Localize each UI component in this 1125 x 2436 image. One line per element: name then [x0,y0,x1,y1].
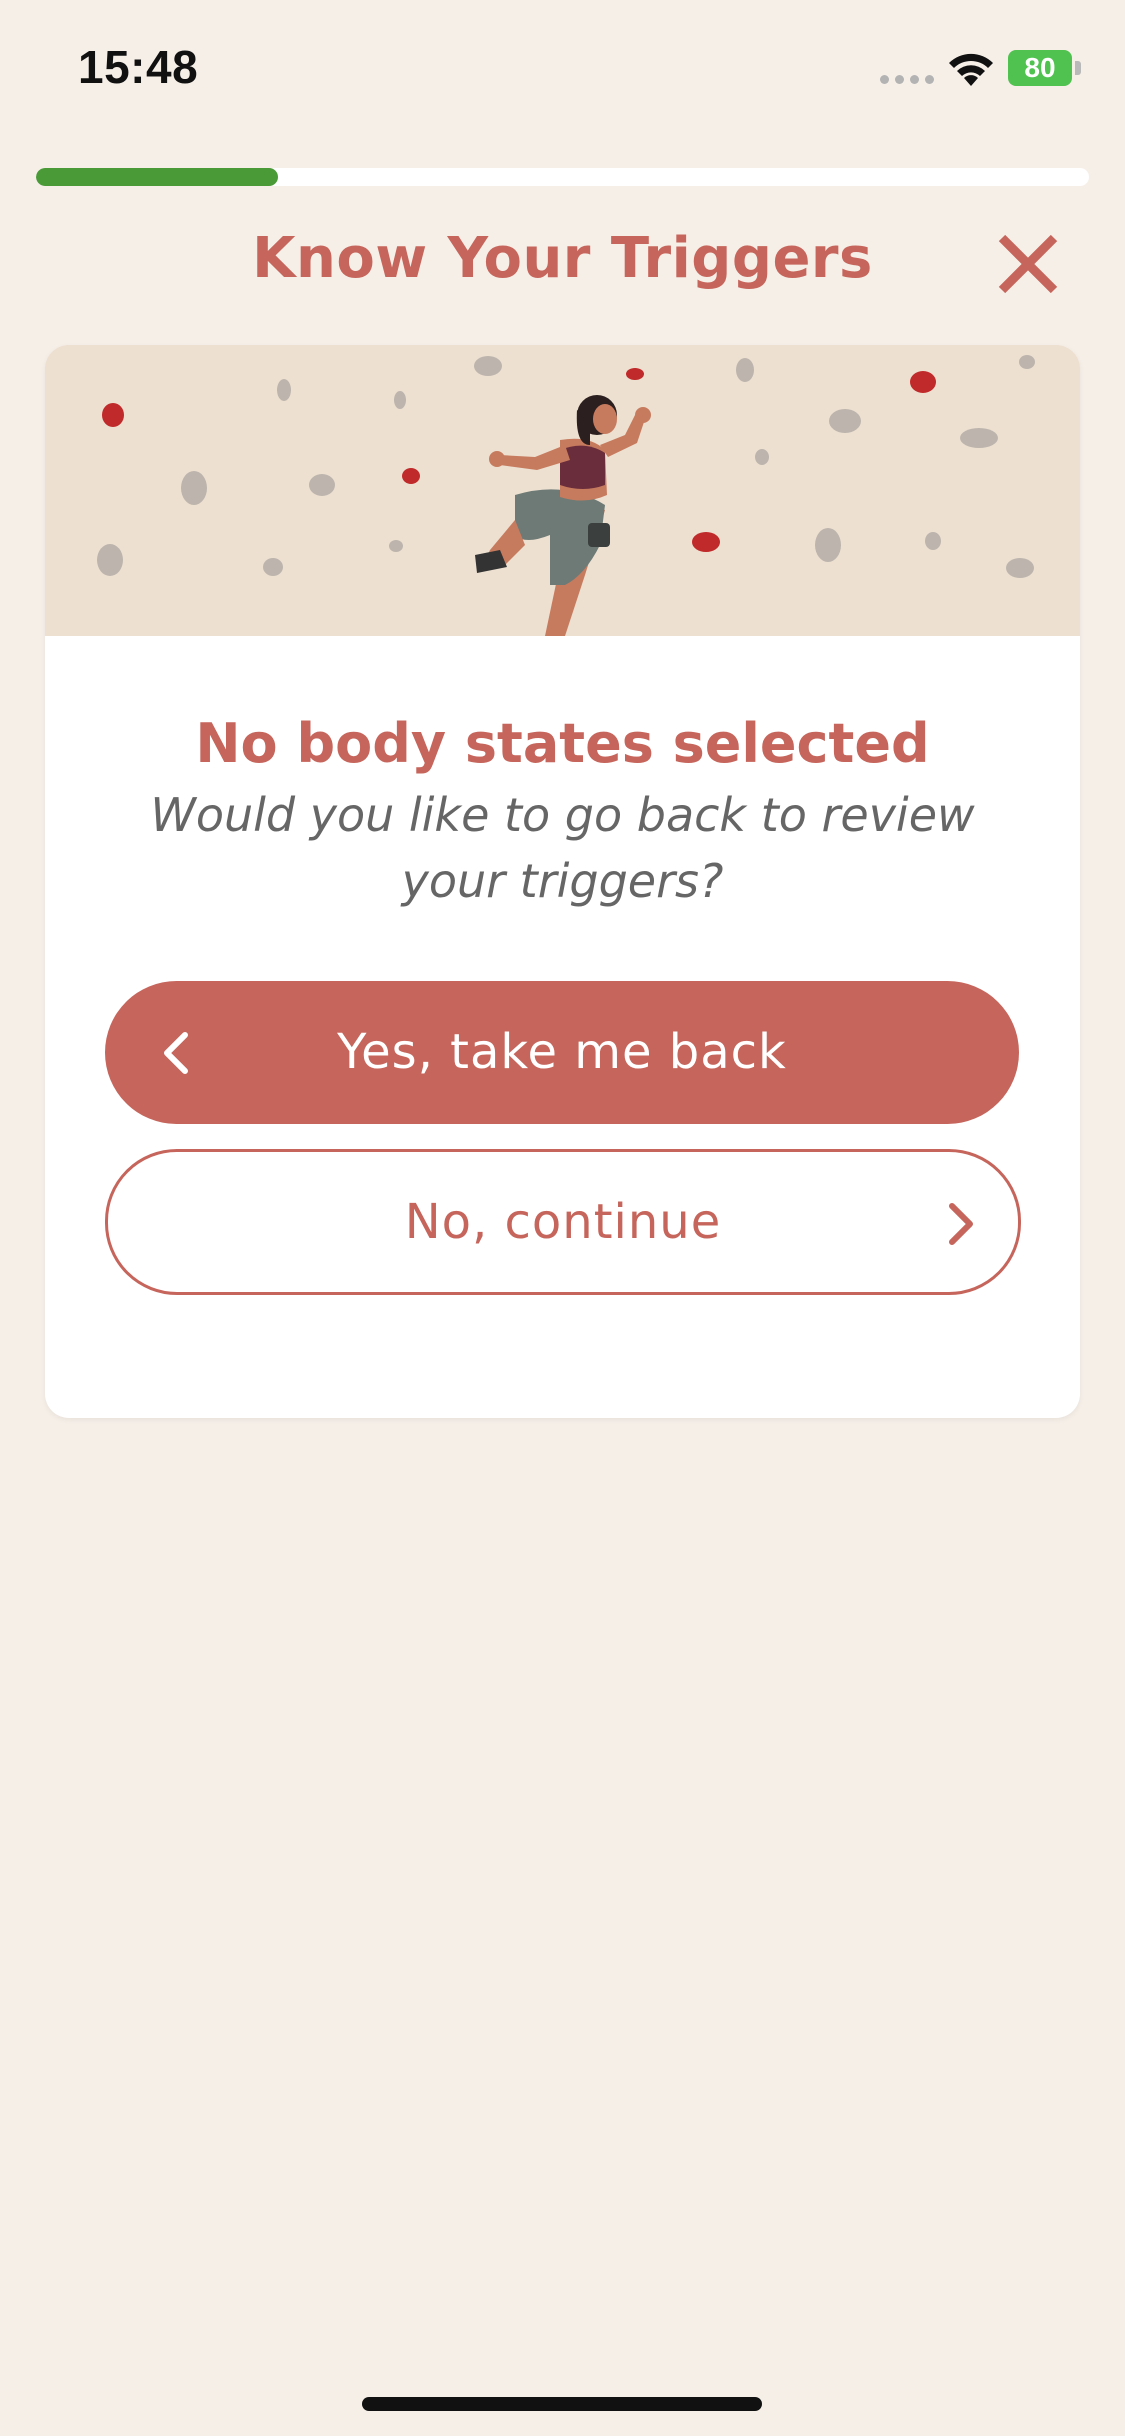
dialog-title: No body states selected [195,712,930,775]
battery-icon: 80 [1008,50,1081,86]
climber-illustration [45,345,1080,636]
status-time: 15:48 [78,41,199,93]
continue-label: No, continue [404,1194,722,1250]
home-indicator[interactable] [362,2397,762,2411]
battery-level: 80 [1008,50,1072,86]
status-bar: 15:48 80 [0,0,1125,140]
take-me-back-label: Yes, take me back [337,1024,787,1080]
progress-fill [36,168,279,186]
cellular-signal-icon [880,75,934,84]
take-me-back-button[interactable]: Yes, take me back [105,981,1019,1124]
close-icon[interactable] [996,232,1060,296]
progress-bar [36,168,1089,186]
wifi-icon [949,53,993,86]
dialog-subtitle: Would you like to go back to review your… [150,788,975,908]
page-title: Know Your Triggers [252,226,873,291]
continue-button[interactable]: No, continue [105,1149,1021,1295]
chevron-right-icon [949,1203,973,1245]
